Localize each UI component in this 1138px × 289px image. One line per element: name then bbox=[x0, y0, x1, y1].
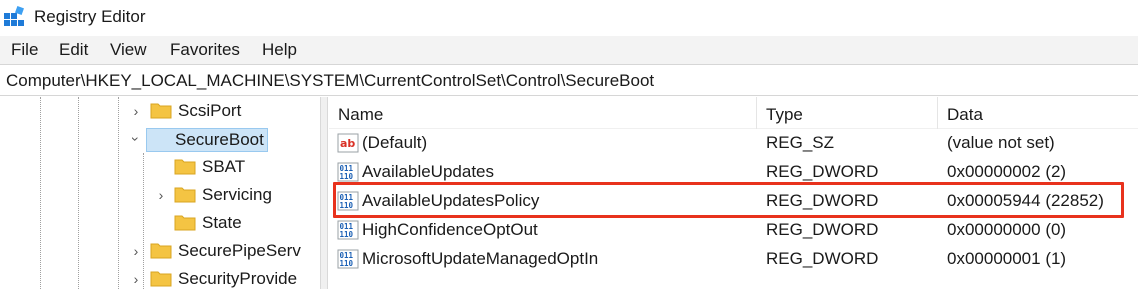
value-name: AvailableUpdatesPolicy bbox=[362, 191, 540, 210]
binary-value-icon: 011 110 bbox=[337, 162, 359, 182]
tree-node-scsiport[interactable]: › ScsiPort bbox=[0, 97, 320, 125]
value-row[interactable]: 011 110 HighConfidenceOptOut REG_DWORD 0… bbox=[329, 216, 1138, 245]
menu-view[interactable]: View bbox=[110, 40, 147, 60]
svg-text:ab: ab bbox=[340, 137, 355, 150]
tree-node-label[interactable]: Servicing bbox=[199, 184, 275, 206]
tree-node-servicing[interactable]: › Servicing bbox=[0, 181, 320, 209]
menu-edit[interactable]: Edit bbox=[59, 40, 88, 60]
tree-node-label[interactable]: ScsiPort bbox=[175, 100, 244, 122]
string-value-icon: ab bbox=[337, 133, 359, 153]
value-data: 0x00000000 (0) bbox=[947, 220, 1067, 239]
tree-node-sbat[interactable]: SBAT bbox=[0, 153, 320, 181]
menu-favorites[interactable]: Favorites bbox=[170, 40, 240, 60]
tree-node-label[interactable]: SecurityProvide bbox=[175, 268, 300, 289]
chevron-right-icon[interactable]: › bbox=[154, 185, 168, 205]
tree-node-label[interactable]: SecureBoot bbox=[146, 128, 268, 152]
tree-node-label[interactable]: SecurePipeServ bbox=[175, 240, 304, 262]
value-type: REG_SZ bbox=[766, 133, 835, 152]
tree-node-label[interactable]: SBAT bbox=[199, 156, 248, 178]
svg-text:110: 110 bbox=[340, 201, 354, 210]
svg-text:110: 110 bbox=[340, 172, 354, 181]
chevron-right-icon[interactable]: › bbox=[129, 101, 143, 121]
value-name: (Default) bbox=[362, 133, 428, 152]
title-bar: Registry Editor bbox=[0, 0, 1138, 36]
svg-text:110: 110 bbox=[340, 259, 354, 268]
tree-node-state[interactable]: State bbox=[0, 209, 320, 237]
value-type: REG_DWORD bbox=[766, 162, 879, 181]
values-list-pane[interactable]: Name Type Data ab (Default) REG_SZ (valu… bbox=[329, 97, 1138, 289]
value-row[interactable]: ab (Default) REG_SZ (value not set) bbox=[329, 129, 1138, 158]
list-header: Name Type Data bbox=[329, 97, 1138, 129]
address-bar[interactable]: Computer\HKEY_LOCAL_MACHINE\SYSTEM\Curre… bbox=[0, 64, 1138, 96]
value-data: (value not set) bbox=[947, 133, 1055, 152]
tree-node-secureboot[interactable]: › SecureBoot bbox=[0, 125, 320, 153]
value-name: MicrosoftUpdateManagedOptIn bbox=[362, 249, 599, 268]
folder-icon bbox=[174, 215, 196, 231]
folder-icon bbox=[150, 271, 172, 287]
svg-text:110: 110 bbox=[340, 230, 354, 239]
menu-help[interactable]: Help bbox=[262, 40, 297, 60]
menu-bar: File Edit View Favorites Help bbox=[0, 36, 1138, 64]
value-row[interactable]: 011 110 MicrosoftUpdateManagedOptIn REG_… bbox=[329, 245, 1138, 274]
column-header-data[interactable]: Data bbox=[938, 97, 1138, 129]
tree-node-label[interactable]: State bbox=[199, 212, 245, 234]
folder-icon bbox=[150, 103, 172, 119]
value-name: HighConfidenceOptOut bbox=[362, 220, 538, 239]
pane-splitter[interactable] bbox=[320, 97, 328, 289]
value-data: 0x00000002 (2) bbox=[947, 162, 1067, 181]
column-header-name[interactable]: Name bbox=[329, 97, 757, 129]
binary-value-icon: 011 110 bbox=[337, 249, 359, 269]
value-row[interactable]: 011 110 AvailableUpdatesPolicy REG_DWORD… bbox=[329, 187, 1138, 216]
value-type: REG_DWORD bbox=[766, 249, 879, 268]
menu-file[interactable]: File bbox=[11, 40, 38, 60]
folder-icon bbox=[174, 187, 196, 203]
address-path[interactable]: Computer\HKEY_LOCAL_MACHINE\SYSTEM\Curre… bbox=[6, 71, 654, 91]
tree-node-securityproviders[interactable]: › SecurityProvide bbox=[0, 265, 320, 289]
chevron-right-icon[interactable]: › bbox=[129, 269, 143, 289]
value-row[interactable]: 011 110 AvailableUpdates REG_DWORD 0x000… bbox=[329, 158, 1138, 187]
binary-value-icon: 011 110 bbox=[337, 191, 359, 211]
folder-icon bbox=[150, 243, 172, 259]
value-name: AvailableUpdates bbox=[362, 162, 494, 181]
window-title: Registry Editor bbox=[34, 7, 146, 26]
column-header-type[interactable]: Type bbox=[757, 97, 938, 129]
value-data: 0x00005944 (22852) bbox=[947, 191, 1104, 210]
value-data: 0x00000001 (1) bbox=[947, 249, 1067, 268]
registry-editor-icon bbox=[4, 6, 24, 26]
chevron-down-icon[interactable]: › bbox=[126, 132, 146, 146]
chevron-right-icon[interactable]: › bbox=[129, 241, 143, 261]
tree-node-securepipeserv[interactable]: › SecurePipeServ bbox=[0, 237, 320, 265]
folder-icon bbox=[174, 159, 196, 175]
key-tree-pane[interactable]: › ScsiPort › SecureBoot SBAT › Servicing… bbox=[0, 97, 320, 289]
value-type: REG_DWORD bbox=[766, 220, 879, 239]
binary-value-icon: 011 110 bbox=[337, 220, 359, 240]
value-type: REG_DWORD bbox=[766, 191, 879, 210]
